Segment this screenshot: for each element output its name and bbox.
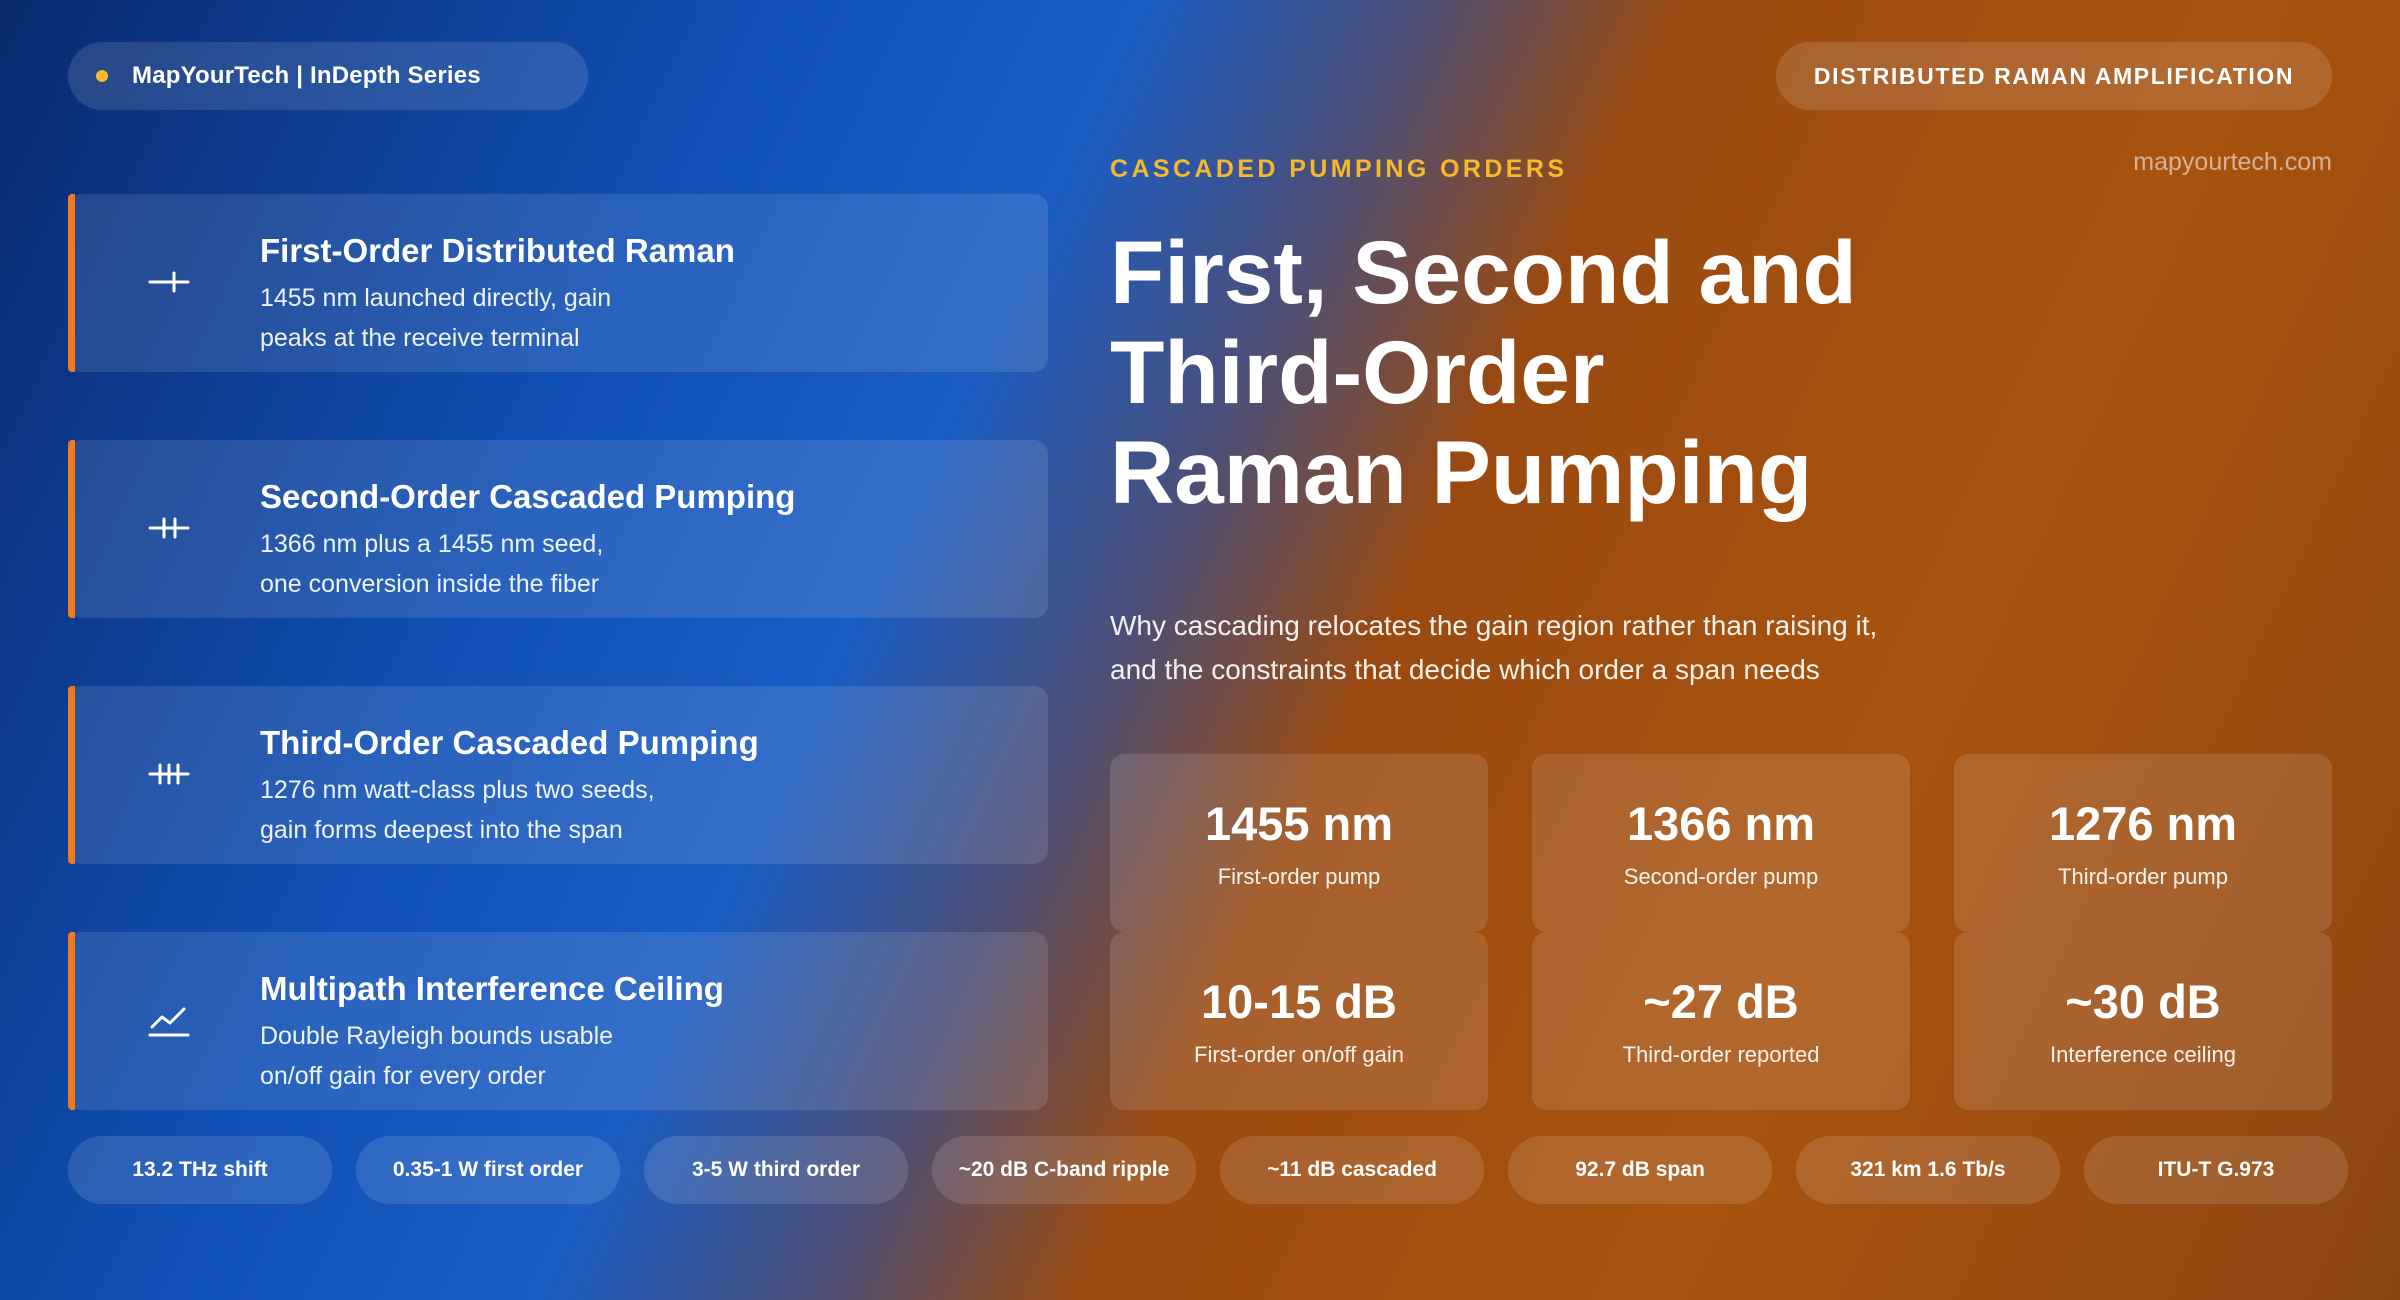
card-title: Third-Order Cascaded Pumping <box>260 724 759 761</box>
card-first-order: First-Order Distributed Raman 1455 nm la… <box>68 194 1048 372</box>
stat-label: Third-order pump <box>2058 864 2228 889</box>
card-title: Multipath Interference Ceiling <box>260 970 724 1007</box>
line-chart-icon <box>148 1007 190 1037</box>
card-title: First-Order Distributed Raman <box>260 232 735 269</box>
fact-chip: ~11 dB cascaded <box>1220 1136 1484 1204</box>
stat-tile: 10-15 dB First-order on/off gain <box>1110 932 1488 1110</box>
stat-label: Third-order reported <box>1622 1042 1820 1067</box>
stat-tile: ~30 dB Interference ceiling <box>1954 932 2332 1110</box>
stat-value: 1366 nm <box>1626 797 1816 850</box>
fact-chip: 3-5 W third order <box>644 1136 908 1204</box>
card-second-order: Second-Order Cascaded Pumping 1366 nm pl… <box>68 440 1048 618</box>
stat-value: 1276 nm <box>2048 797 2238 850</box>
brand-dot-icon <box>96 70 108 82</box>
card-third-order: Third-Order Cascaded Pumping 1276 nm wat… <box>68 686 1048 864</box>
section-kicker: CASCADED PUMPING ORDERS <box>1110 155 1568 183</box>
brand-pill: MapYourTech | InDepth Series <box>68 42 588 110</box>
series-badge: DISTRIBUTED RAMAN AMPLIFICATION <box>1776 42 2332 110</box>
stat-tile: 1276 nm Third-order pump <box>1954 754 2332 932</box>
card-multipath-interference: Multipath Interference Ceiling Double Ra… <box>68 932 1048 1110</box>
fact-chip: 0.35-1 W first order <box>356 1136 620 1204</box>
single-arrow-icon <box>148 271 190 293</box>
stat-value: ~27 dB <box>1643 975 1799 1028</box>
stat-value: 10-15 dB <box>1201 975 1397 1028</box>
stat-tile: 1455 nm First-order pump <box>1110 754 1488 932</box>
stat-label: First-order on/off gain <box>1194 1042 1404 1067</box>
stat-label: First-order pump <box>1217 864 1381 889</box>
double-arrow-icon <box>148 517 190 539</box>
card-description: 1455 nm launched directly, gain peaks at… <box>260 284 612 352</box>
card-accent-bar <box>68 440 75 618</box>
page-title: First, Second and Third-Order Raman Pump… <box>1110 222 1857 522</box>
stat-tile: ~27 dB Third-order reported <box>1532 932 1910 1110</box>
card-description: 1366 nm plus a 1455 nm seed, one convers… <box>260 530 604 598</box>
fact-chip: 321 km 1.6 Tb/s <box>1796 1136 2060 1204</box>
triple-arrow-icon <box>148 763 190 785</box>
card-description: Double Rayleigh bounds usable on/off gai… <box>260 1022 614 1090</box>
stat-tile: 1366 nm Second-order pump <box>1532 754 1910 932</box>
fact-chip: ~20 dB C-band ripple <box>932 1136 1196 1204</box>
card-description: 1276 nm watt-class plus two seeds, gain … <box>260 776 655 844</box>
page-subtitle: Why cascading relocates the gain region … <box>1110 610 1878 685</box>
card-title: Second-Order Cascaded Pumping <box>260 478 796 515</box>
stat-label: Second-order pump <box>1623 864 1819 889</box>
stat-value: 1455 nm <box>1204 797 1394 850</box>
card-accent-bar <box>68 932 75 1110</box>
fact-chip: 13.2 THz shift <box>68 1136 332 1204</box>
website-label[interactable]: mapyourtech.com <box>2100 148 2332 177</box>
card-accent-bar <box>68 686 75 864</box>
stat-label: Interference ceiling <box>2050 1042 2236 1067</box>
fact-chip: 92.7 dB span <box>1508 1136 1772 1204</box>
card-accent-bar <box>68 194 75 372</box>
stat-value: ~30 dB <box>2065 975 2221 1028</box>
fact-chip: ITU-T G.973 <box>2084 1136 2348 1204</box>
brand-title: MapYourTech | InDepth Series <box>132 62 481 89</box>
